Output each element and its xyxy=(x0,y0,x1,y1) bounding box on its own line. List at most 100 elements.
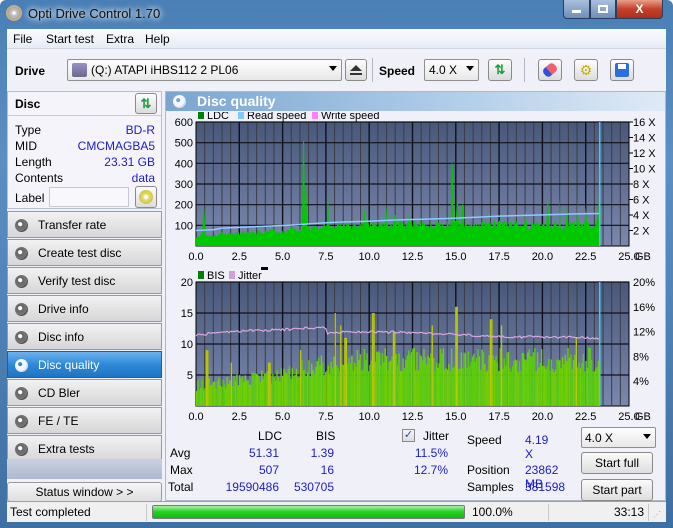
refresh-disc-button[interactable]: ⇅ xyxy=(135,93,157,114)
cd-icon xyxy=(139,190,153,204)
speed-select[interactable]: 4.0 X xyxy=(424,59,479,81)
bis-bar xyxy=(371,313,374,406)
nav-item-create-test-disc[interactable]: Create test disc xyxy=(7,239,162,266)
y-tick-label: 300 xyxy=(175,179,193,191)
x-tick-label: 20.0 xyxy=(532,411,553,423)
bis-bar xyxy=(442,348,445,406)
nav-item-cd-bler[interactable]: CD Bler xyxy=(7,379,162,406)
erase-button[interactable] xyxy=(538,59,562,81)
legend-swatch xyxy=(312,112,318,119)
y-tick-right-label: 16 X xyxy=(633,117,656,129)
bis-bar xyxy=(565,361,568,406)
drive-select[interactable]: (Q:) ATAPI iHBS112 2 PL06 xyxy=(67,59,342,81)
bis-bar xyxy=(200,387,202,406)
start-part-button[interactable]: Start part xyxy=(581,479,653,501)
bis-bar xyxy=(290,378,292,406)
jitter-checkbox[interactable]: ✓ xyxy=(402,429,415,442)
bis-bar xyxy=(274,380,277,406)
speed-value: 4.19 X xyxy=(525,433,549,461)
bis-bar xyxy=(345,337,348,406)
bis-bar xyxy=(531,356,533,406)
status-window-button[interactable]: Status window > > xyxy=(7,482,162,502)
menu-help[interactable]: Help xyxy=(145,32,170,46)
bis-bar xyxy=(273,376,275,406)
disc-type-value: BD-R xyxy=(125,123,155,137)
col-bis-header: BIS xyxy=(316,429,336,443)
bis-bar xyxy=(456,306,458,406)
bis-bar xyxy=(529,356,532,406)
start-full-button[interactable]: Start full xyxy=(581,452,653,474)
bis-bar xyxy=(491,319,493,406)
jitter-header: Jitter xyxy=(423,429,450,443)
nav-item-label: Verify test disc xyxy=(38,274,116,288)
bis-bar xyxy=(219,385,221,406)
x-tick-label: 2.5 xyxy=(232,411,247,423)
refresh-icon: ⇅ xyxy=(140,95,152,111)
avg-bis: 1.39 xyxy=(310,446,334,460)
y-tick-right-label: 2 X xyxy=(633,226,650,238)
bis-bar xyxy=(360,370,363,406)
bis-bar xyxy=(577,367,579,406)
bis-bar xyxy=(342,364,345,406)
elapsed-time: 33:13 xyxy=(549,504,649,521)
bis-bar xyxy=(254,373,256,406)
drive-icon xyxy=(72,63,87,77)
bis-bar xyxy=(338,371,341,406)
refresh-speed-button[interactable]: ⇅ xyxy=(488,59,512,81)
panel-header: Disc quality xyxy=(166,92,665,111)
save-button[interactable] xyxy=(610,59,634,81)
close-button[interactable]: X xyxy=(616,0,663,19)
bis-bar xyxy=(462,368,464,406)
bis-bar xyxy=(229,380,231,406)
nav-item-extra-tests[interactable]: Extra tests xyxy=(7,435,162,462)
bis-bar xyxy=(567,348,569,406)
bis-bar xyxy=(241,376,244,406)
bis-bar xyxy=(474,361,476,406)
test-speed-select[interactable]: 4.0 X xyxy=(581,427,656,448)
resize-grip-icon[interactable]: ⋰ xyxy=(653,510,661,519)
bis-bar xyxy=(534,348,536,406)
x-axis-label: GB xyxy=(635,411,651,423)
menu-extra[interactable]: Extra xyxy=(106,32,134,46)
menu-start-test[interactable]: Start test xyxy=(46,32,94,46)
bis-bar xyxy=(485,371,487,406)
title-bar: Opti Drive Control 1.70 X xyxy=(0,0,673,28)
bis-bar xyxy=(378,352,381,406)
nav-item-drive-info[interactable]: Drive info xyxy=(7,295,162,322)
x-tick-label: 5.0 xyxy=(275,251,290,263)
minimize-button[interactable] xyxy=(563,0,590,19)
nav-item-fe-te[interactable]: FE / TE xyxy=(7,407,162,434)
menu-file[interactable]: File xyxy=(13,32,32,46)
eject-button[interactable] xyxy=(345,59,367,81)
drive-value: (Q:) ATAPI iHBS112 2 PL06 xyxy=(91,63,239,77)
nav-item-disc-quality[interactable]: Disc quality xyxy=(7,351,162,378)
x-tick-label: 10.0 xyxy=(358,411,379,423)
bis-bar xyxy=(383,362,385,406)
bis-bar xyxy=(523,353,525,406)
x-tick-label: 17.5 xyxy=(488,251,509,263)
disc-label-input[interactable] xyxy=(49,187,129,207)
bis-bar xyxy=(302,370,305,406)
bis-bar xyxy=(305,375,307,406)
bis-bar xyxy=(438,363,440,406)
nav-item-label: CD Bler xyxy=(38,386,81,400)
bis-bar xyxy=(520,371,522,406)
close-icon: X xyxy=(635,2,644,16)
disc-label-button[interactable] xyxy=(135,186,157,208)
nav-item-label: Create test disc xyxy=(38,246,122,260)
bis-bar xyxy=(315,367,317,406)
settings-button[interactable]: ⚙ xyxy=(574,59,598,81)
disc-quality-icon xyxy=(173,95,186,108)
disc-label-key: Label xyxy=(15,191,45,205)
nav-item-disc-info[interactable]: Disc info xyxy=(7,323,162,350)
bis-bar xyxy=(355,366,357,406)
nav-item-verify-test-disc[interactable]: Verify test disc xyxy=(7,267,162,294)
bis-bar xyxy=(484,364,486,406)
bis-bar xyxy=(441,353,443,406)
maximize-button[interactable] xyxy=(590,0,616,19)
bis-bar xyxy=(244,375,246,406)
bis-bar xyxy=(287,368,289,406)
nav-item-transfer-rate[interactable]: Transfer rate xyxy=(7,211,162,238)
samples-label: Samples xyxy=(467,480,514,494)
bis-bar xyxy=(337,367,339,406)
